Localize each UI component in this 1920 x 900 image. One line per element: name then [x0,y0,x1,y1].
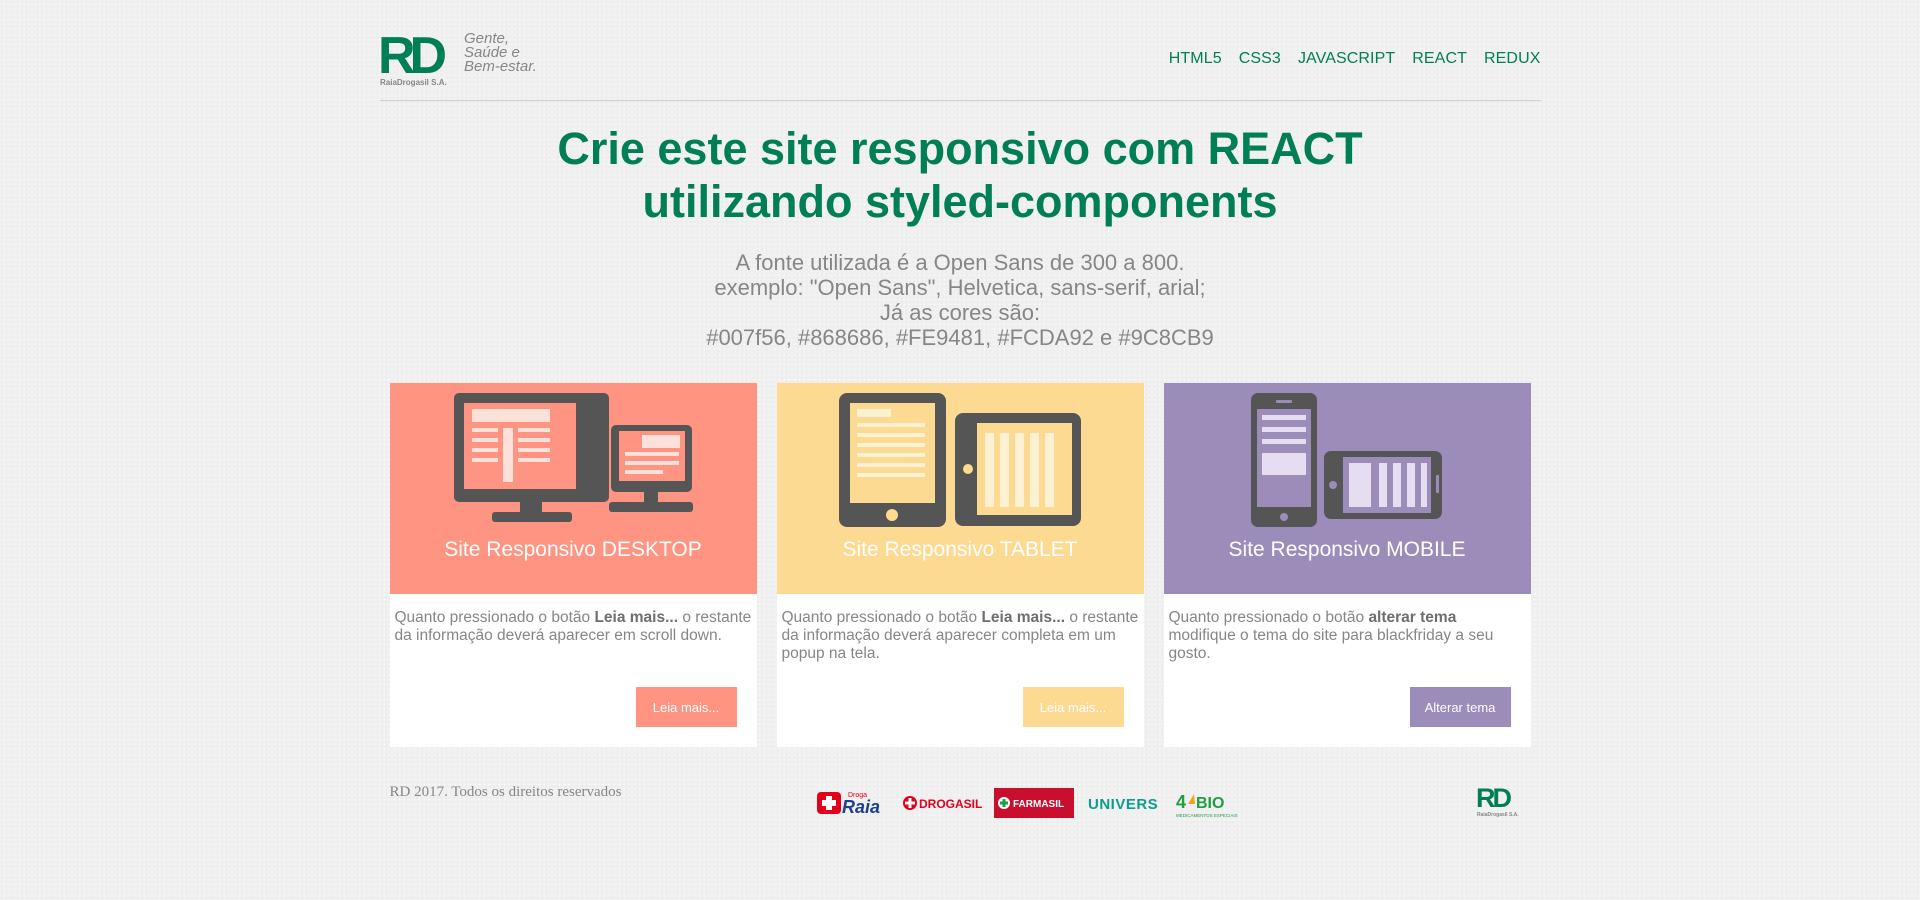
droga-raia-logo[interactable]: Droga Raia [816,788,894,818]
hero-emphasis: REACT [1207,123,1363,174]
hero-emphasis: styled-components [864,176,1278,227]
card-desc-text: modifique o tema do site para blackfrida… [1168,627,1494,662]
card-desktop-title: Site Responsivo DESKTOP [444,538,702,561]
logo-tagline-3: Bem-estar. [464,58,537,75]
card-mobile-description: Quanto pressionado o botão alterar tema … [1164,594,1531,663]
card-desc-text: Quanto pressionado o botão [1168,609,1369,626]
copyright-text: RD 2017. Todos os direitos reservados [389,784,622,800]
site-footer: RD 2017. Todos os direitos reservados Dr… [380,783,1541,874]
farmasil-text: FARMASIL [1013,799,1064,810]
hero-info-line: #007f56, #868686, #FE9481, #FCDA92 e #9C… [706,325,1214,350]
hero-title: Crie este site responsivo com REACT util… [380,122,1541,228]
card-tablet-banner: Site Responsivo TABLET [776,383,1144,594]
card-tablet-description: Quanto pressionado o botão Leia mais... … [777,594,1144,663]
rd-footer-company: RaiaDrogasil S.A. [1477,812,1519,818]
hero-info-line: Já as cores são: [879,300,1041,325]
site-header: RD Gente, Saúde e Bem-estar. RaiaDrogasi… [379,0,1541,101]
card-tablet: Site Responsivo TABLET Quanto pressionad… [776,383,1144,747]
4bio-bio: BIO [1196,795,1224,812]
rd-footer-letters: RD [1477,783,1511,813]
rd-logo[interactable]: RD Gente, Saúde e Bem-estar. RaiaDrogasi… [380,29,550,91]
nav-css3[interactable]: CSS3 [1239,50,1281,68]
card-mobile-title: Site Responsivo MOBILE [1228,538,1466,561]
univers-text: UNIVERS [1088,796,1158,813]
raia-text: Raia [842,797,880,817]
card-desktop-banner: Site Responsivo DESKTOP [389,383,757,594]
brand-logos: Droga Raia DROGASIL FARMASIL UNIVERS 4 B… [816,786,1252,820]
card-tablet-title: Site Responsivo TABLET [842,538,1078,561]
drogasil-logo[interactable]: DROGASIL [902,788,986,818]
tablet-read-more-button[interactable]: Leia mais... [1022,687,1124,727]
card-mobile: Site Responsivo MOBILE Quanto pressionad… [1163,383,1531,747]
nav-react[interactable]: REACT [1412,50,1467,68]
logo-company: RaiaDrogasil S.A. [380,78,447,87]
4bio-logo[interactable]: 4 BIO MEDICAMENTOS ESPECIAIS [1174,786,1244,820]
main-nav: HTML5 CSS3 JAVASCRIPT REACT REDUX [1169,50,1541,68]
hero-text: com [1090,123,1208,174]
univers-logo[interactable]: UNIVERS [1082,788,1166,818]
rd-logo-letters: RD [380,29,446,85]
card-desc-bold: Leia mais... [594,609,679,626]
card-desc-bold: alterar tema [1368,609,1457,626]
tablet-icon [838,393,1081,527]
cards-section: Site Responsivo DESKTOP Quanto pressiona… [389,383,1541,747]
page-container: RD Gente, Saúde e Bem-estar. RaiaDrogasi… [379,0,1541,874]
hero-info: A fonte utilizada é a Open Sans de 300 a… [380,250,1541,350]
4bio-sub: MEDICAMENTOS ESPECIAIS [1176,813,1238,818]
hero-emphasis: responsivo [850,123,1091,174]
nav-redux[interactable]: REDUX [1484,50,1541,68]
card-desktop-description: Quanto pressionado o botão Leia mais... … [390,594,757,645]
card-desktop: Site Responsivo DESKTOP Quanto pressiona… [389,383,757,747]
card-desc-text: Quanto pressionado o botão [394,609,595,626]
rd-footer-logo[interactable]: RD RaiaDrogasil S.A. [1477,783,1527,819]
rd-logo-mark: RD Gente, Saúde e Bem-estar. RaiaDrogasi… [380,29,537,87]
hero-text: utilizando [642,176,865,227]
card-desc-text: Quanto pressionado o botão [781,609,982,626]
farmasil-logo[interactable]: FARMASIL [993,788,1074,818]
nav-html5[interactable]: HTML5 [1169,50,1222,68]
desktop-read-more-button[interactable]: Leia mais... [635,687,737,727]
hero-info-line: A fonte utilizada é a Open Sans de 300 a… [735,250,1185,275]
mobile-icon [1250,393,1442,527]
hero-info-line: exemplo: "Open Sans", Helvetica, sans-se… [714,275,1206,300]
4bio-four: 4 [1176,792,1186,812]
card-mobile-banner: Site Responsivo MOBILE [1163,383,1531,594]
drogasil-text: DROGASIL [919,797,982,811]
nav-javascript[interactable]: JAVASCRIPT [1298,50,1395,68]
desktop-icon [453,393,693,522]
hero-text: Crie este site [557,123,851,174]
card-desc-bold: Leia mais... [981,609,1066,626]
change-theme-button[interactable]: Alterar tema [1409,687,1511,727]
